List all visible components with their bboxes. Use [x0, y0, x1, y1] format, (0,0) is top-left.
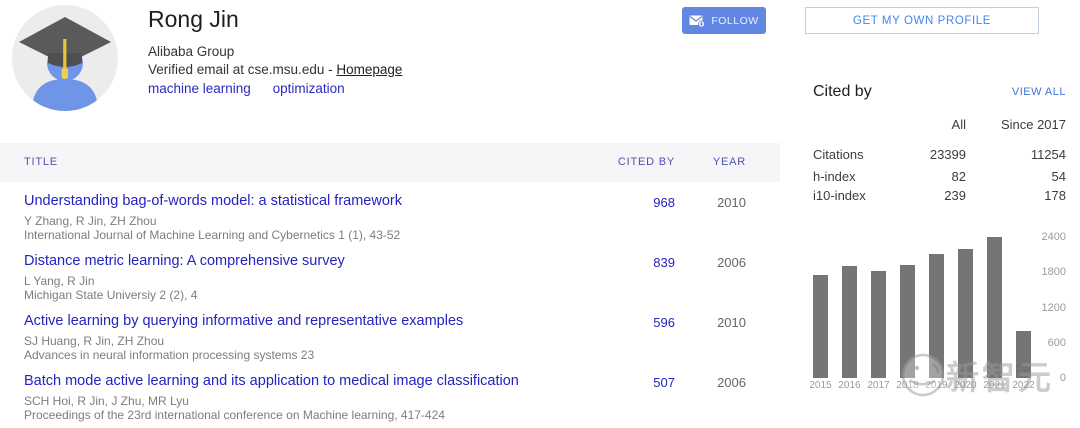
publication-venue: International Journal of Machine Learnin… [24, 228, 624, 242]
bar [958, 249, 973, 378]
publication-year: 2006 [696, 375, 746, 390]
scholar-profile-page: Rong Jin Alibaba Group Verified email at… [0, 0, 1080, 428]
publication-venue: Michigan State Universiy 2 (2), 4 [24, 288, 624, 302]
publication-title-link[interactable]: Understanding bag-of-words model: a stat… [24, 193, 584, 209]
chart-y-tick-label: 1800 [1042, 266, 1066, 278]
stat-label-i10-index: i10-index [813, 188, 866, 203]
stats-column-header-all: All [866, 117, 966, 132]
follow-button-label: FOLLOW [711, 15, 758, 27]
stat-label-citations: Citations [813, 147, 864, 162]
bar [900, 265, 915, 378]
publication-year: 2010 [696, 315, 746, 330]
column-header-title[interactable]: TITLE [24, 143, 58, 182]
follow-button[interactable]: FOLLOW [682, 7, 766, 34]
bar [987, 237, 1002, 378]
interest-machine-learning[interactable]: machine learning [148, 81, 251, 96]
chart-y-tick-label: 1200 [1042, 302, 1066, 314]
publication-authors: SJ Huang, R Jin, ZH Zhou [24, 334, 624, 348]
interest-optimization[interactable]: optimization [273, 81, 345, 96]
bar [871, 271, 886, 379]
publication-authors: Y Zhang, R Jin, ZH Zhou [24, 214, 624, 228]
chart-x-tick-label: 2015 [809, 380, 831, 391]
interests: machine learning optimization [148, 81, 363, 96]
column-header-year[interactable]: YEAR [696, 143, 746, 182]
publication-year: 2010 [696, 195, 746, 210]
publication-venue: Proceedings of the 23rd international co… [24, 408, 624, 422]
verified-email-line: Verified email at cse.msu.edu - Homepage [148, 62, 402, 77]
chart-bar-2020[interactable]: 2020 [958, 237, 973, 378]
stats-column-header-since: Since 2017 [966, 117, 1066, 132]
chart-x-tick-label: 2016 [838, 380, 860, 391]
view-all-link[interactable]: VIEW ALL [966, 86, 1066, 98]
publication-authors: SCH Hoi, R Jin, J Zhu, MR Lyu [24, 394, 624, 408]
chart-bar-2019[interactable]: 2019 [929, 237, 944, 378]
chart-bar-2016[interactable]: 2016 [842, 237, 857, 378]
stat-h-index-all[interactable]: 82 [866, 169, 966, 184]
cited-by-count-link[interactable]: 507 [575, 375, 675, 390]
publication-title-link[interactable]: Batch mode active learning and its appli… [24, 373, 584, 389]
homepage-link[interactable]: Homepage [336, 62, 402, 77]
chart-x-tick-label: 2022 [1012, 380, 1034, 391]
stat-h-index-since[interactable]: 54 [966, 169, 1066, 184]
bar [842, 266, 857, 378]
avatar [12, 5, 118, 111]
chart-bar-2017[interactable]: 2017 [871, 237, 886, 378]
column-header-cited-by[interactable]: CITED BY [575, 143, 675, 182]
get-my-own-profile-button[interactable]: GET MY OWN PROFILE [805, 7, 1039, 34]
chart-y-axis: 0600120018002400 [1032, 237, 1066, 378]
publication-venue: Advances in neural information processin… [24, 348, 624, 362]
publication-title-link[interactable]: Active learning by querying informative … [24, 313, 584, 329]
cited-by-count-link[interactable]: 968 [575, 195, 675, 210]
stat-citations-all[interactable]: 23399 [866, 147, 966, 162]
cited-by-heading: Cited by [813, 83, 872, 101]
chart-bar-2021[interactable]: 2021 [987, 237, 1002, 378]
chart-bar-2018[interactable]: 2018 [900, 237, 915, 378]
chart-y-tick-label: 0 [1060, 372, 1066, 384]
chart-x-tick-label: 2019 [925, 380, 947, 391]
cited-by-count-link[interactable]: 839 [575, 255, 675, 270]
stat-i10-index-since[interactable]: 178 [966, 188, 1066, 203]
stat-label-h-index: h-index [813, 169, 856, 184]
cited-by-count-link[interactable]: 596 [575, 315, 675, 330]
citations-bar-chart: 2015 2016 2017 2018 2019 2020 2021 2022 [813, 237, 1031, 378]
publication-title-link[interactable]: Distance metric learning: A comprehensiv… [24, 253, 584, 269]
chart-x-tick-label: 2018 [896, 380, 918, 391]
bar [929, 254, 944, 379]
chart-x-tick-label: 2020 [954, 380, 976, 391]
publication-authors: L Yang, R Jin [24, 274, 624, 288]
chart-y-tick-label: 600 [1048, 337, 1066, 349]
bar [1016, 331, 1031, 378]
profile-name: Rong Jin [148, 6, 239, 33]
stat-i10-index-all[interactable]: 239 [866, 188, 966, 203]
chart-x-tick-label: 2017 [867, 380, 889, 391]
chart-bar-2015[interactable]: 2015 [813, 237, 828, 378]
chart-bar-2022[interactable]: 2022 [1016, 237, 1031, 378]
verified-email-text: Verified email at cse.msu.edu - [148, 62, 336, 77]
get-my-own-profile-label: GET MY OWN PROFILE [853, 15, 991, 27]
stat-citations-since[interactable]: 11254 [966, 147, 1066, 162]
chart-x-tick-label: 2021 [983, 380, 1005, 391]
graduate-avatar-icon [12, 5, 118, 111]
profile-affiliation: Alibaba Group [148, 44, 234, 59]
publication-year: 2006 [696, 255, 746, 270]
chart-y-tick-label: 2400 [1042, 231, 1066, 243]
envelope-plus-icon [689, 15, 705, 27]
bar [813, 275, 828, 378]
